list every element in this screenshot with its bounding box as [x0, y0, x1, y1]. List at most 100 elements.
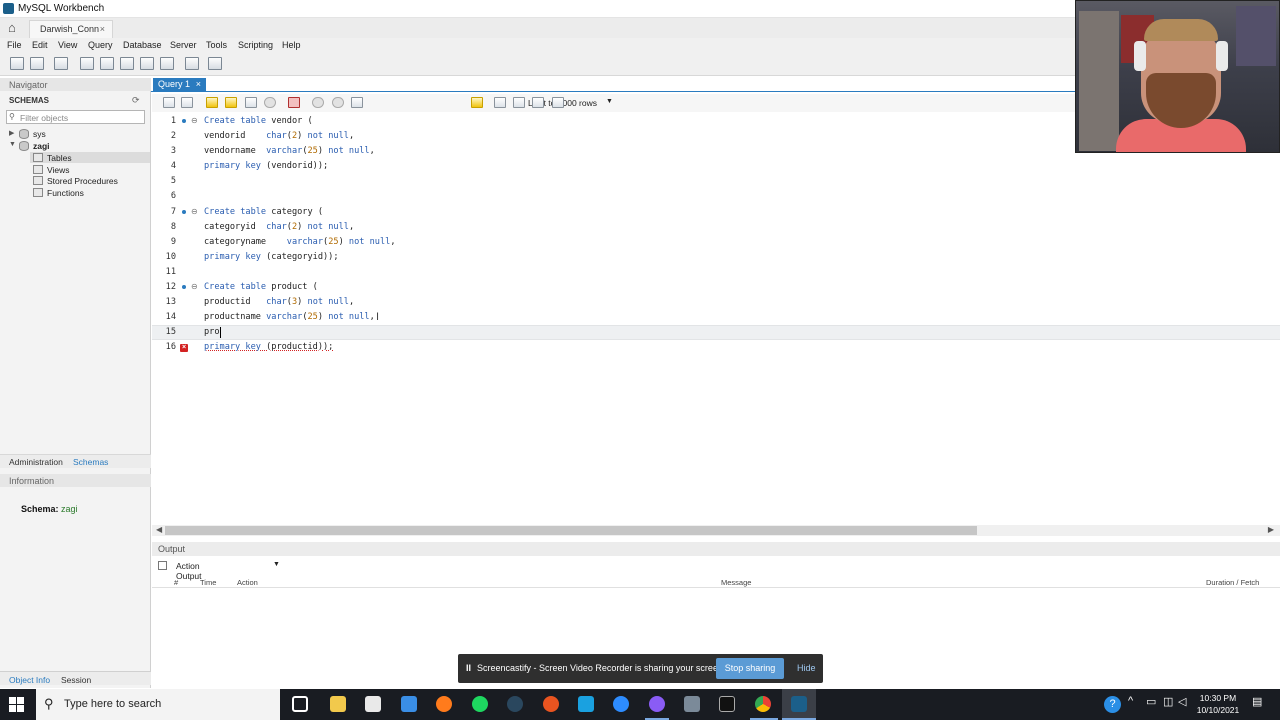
- rollback-icon[interactable]: [332, 97, 344, 108]
- menu-query[interactable]: Query: [88, 40, 113, 50]
- create-function-icon[interactable]: [160, 57, 174, 70]
- create-table-icon[interactable]: [100, 57, 114, 70]
- clock-date: 10/10/2021: [1196, 705, 1240, 715]
- stop-sharing-button[interactable]: Stop sharing: [716, 658, 784, 679]
- tree-item-functions[interactable]: Functions: [0, 187, 151, 198]
- home-icon[interactable]: ⌂: [8, 21, 16, 34]
- app-icon[interactable]: [578, 696, 594, 712]
- create-schema-icon[interactable]: [80, 57, 94, 70]
- menu-help[interactable]: Help: [282, 40, 301, 50]
- open-file-icon[interactable]: [163, 97, 175, 108]
- execute-current-icon[interactable]: [225, 97, 237, 108]
- fold-icon[interactable]: ⊖: [191, 207, 198, 216]
- execute-icon[interactable]: [206, 97, 218, 108]
- menu-scripting[interactable]: Scripting: [238, 40, 273, 50]
- toggle-error-icon[interactable]: [288, 97, 300, 108]
- hide-button[interactable]: Hide: [797, 663, 816, 673]
- close-icon[interactable]: ×: [196, 79, 201, 89]
- column-header[interactable]: #: [174, 578, 178, 587]
- connection-tab[interactable]: Darwish_Conn ×: [29, 20, 113, 38]
- tree-item-stored-procedures[interactable]: Stored Procedures: [0, 175, 151, 186]
- chrome-icon[interactable]: [755, 696, 771, 712]
- calculator-icon[interactable]: [684, 696, 700, 712]
- fold-icon[interactable]: ⊖: [191, 116, 198, 125]
- chevron-right-icon[interactable]: ▶: [9, 129, 14, 137]
- tab-object-info[interactable]: Object Info: [9, 675, 50, 685]
- menu-tools[interactable]: Tools: [206, 40, 227, 50]
- menu-database[interactable]: Database: [123, 40, 162, 50]
- query-tab[interactable]: Query 1 ×: [153, 78, 206, 91]
- windows-start-icon[interactable]: [9, 697, 25, 713]
- system-clock[interactable]: 10:30 PM 10/10/2021: [1192, 692, 1244, 716]
- new-sql-tab-icon[interactable]: [10, 57, 24, 70]
- mail-icon[interactable]: [401, 696, 417, 712]
- horizontal-scrollbar[interactable]: ◀ ▶: [152, 525, 1280, 536]
- wrap-lines-icon[interactable]: [552, 97, 564, 108]
- network-icon[interactable]: ◫: [1163, 695, 1173, 708]
- tree-item-tables[interactable]: Tables: [0, 152, 151, 163]
- scrollbar-thumb[interactable]: [165, 526, 977, 535]
- volume-icon[interactable]: ◁: [1178, 695, 1186, 708]
- line-number: 4: [170, 161, 176, 171]
- tree-item-views[interactable]: Views: [0, 164, 151, 175]
- menu-view[interactable]: View: [58, 40, 77, 50]
- menu-file[interactable]: File: [7, 40, 22, 50]
- stop-icon[interactable]: [264, 97, 276, 108]
- chevron-up-icon[interactable]: ^: [1128, 695, 1133, 707]
- invisible-chars-icon[interactable]: [532, 97, 544, 108]
- refresh-icon[interactable]: ⟳: [132, 95, 140, 106]
- menu-edit[interactable]: Edit: [32, 40, 48, 50]
- chevron-left-icon[interactable]: ◀: [156, 525, 162, 534]
- help-icon[interactable]: ?: [1104, 696, 1121, 713]
- beautify-icon[interactable]: [494, 97, 506, 108]
- tree-item-sys[interactable]: ▶ sys: [0, 128, 151, 140]
- reconnect-icon[interactable]: [208, 57, 222, 70]
- zoom-icon[interactable]: [613, 696, 629, 712]
- column-header[interactable]: Message: [721, 578, 751, 587]
- tab-session[interactable]: Session: [61, 675, 91, 685]
- taskbar-search-box[interactable]: ⚲ Type here to search: [36, 689, 280, 720]
- chevron-down-icon[interactable]: ▼: [9, 141, 16, 148]
- task-view-icon[interactable]: [292, 696, 308, 712]
- search-table-data-icon[interactable]: [185, 57, 199, 70]
- fold-icon[interactable]: ⊖: [191, 282, 198, 291]
- tab-administration[interactable]: Administration: [9, 457, 63, 467]
- steam-icon[interactable]: [507, 696, 523, 712]
- tab-schemas[interactable]: Schemas: [73, 457, 108, 467]
- explain-icon[interactable]: [245, 97, 257, 108]
- sql-editor[interactable]: 1 ⊖ Create table vendor ( 2 vendorid cha…: [152, 114, 1280, 524]
- error-icon[interactable]: ×: [180, 344, 188, 352]
- copy-icon[interactable]: [158, 561, 167, 570]
- find-icon[interactable]: [513, 97, 525, 108]
- code-text: ,: [390, 237, 396, 247]
- terminal-icon[interactable]: [719, 696, 735, 712]
- tree-item-zagi[interactable]: ▼ zagi: [0, 140, 151, 152]
- create-procedure-icon[interactable]: [140, 57, 154, 70]
- save-icon[interactable]: [181, 97, 193, 108]
- firefox-icon[interactable]: [436, 696, 452, 712]
- column-header[interactable]: Time: [200, 578, 216, 587]
- column-header[interactable]: Action: [237, 578, 258, 587]
- add-snippet-icon[interactable]: [471, 97, 483, 108]
- line-number: 11: [165, 267, 176, 277]
- create-view-icon[interactable]: [120, 57, 134, 70]
- file-explorer-icon[interactable]: [330, 696, 346, 712]
- obs-icon[interactable]: [649, 696, 665, 712]
- spotify-icon[interactable]: [472, 696, 488, 712]
- autocommit-icon[interactable]: [351, 97, 363, 108]
- inspector-icon[interactable]: [54, 57, 68, 70]
- notifications-icon[interactable]: ▤: [1252, 695, 1262, 708]
- ubuntu-icon[interactable]: [543, 696, 559, 712]
- close-icon[interactable]: ×: [100, 24, 105, 34]
- store-icon[interactable]: [365, 696, 381, 712]
- chevron-right-icon[interactable]: ▶: [1268, 525, 1274, 534]
- mysql-workbench-icon[interactable]: [791, 696, 807, 712]
- statement-dot-icon: [182, 119, 186, 123]
- open-sql-script-icon[interactable]: [30, 57, 44, 70]
- menu-server[interactable]: Server: [170, 40, 197, 50]
- commit-icon[interactable]: [312, 97, 324, 108]
- line-number: 2: [170, 131, 176, 141]
- column-header[interactable]: Duration / Fetch: [1206, 578, 1259, 587]
- battery-icon[interactable]: ▭: [1146, 695, 1156, 708]
- filter-objects-input[interactable]: ⚲ Filter objects: [6, 110, 145, 124]
